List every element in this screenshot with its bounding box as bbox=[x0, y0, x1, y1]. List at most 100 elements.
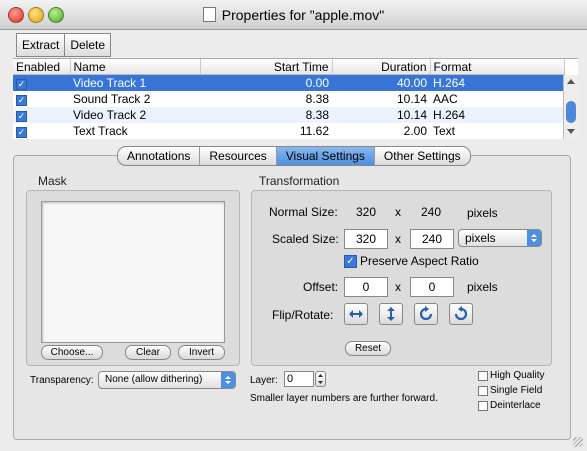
tab-resources[interactable]: Resources bbox=[199, 147, 275, 165]
normal-size-label: Normal Size: bbox=[269, 205, 338, 219]
enabled-checkbox[interactable]: ✓ bbox=[16, 95, 27, 106]
popup-arrows-icon bbox=[527, 230, 541, 246]
normal-times: x bbox=[395, 205, 401, 219]
reset-button[interactable]: Reset bbox=[345, 341, 391, 356]
layer-field[interactable]: 0 bbox=[284, 371, 314, 387]
preserve-aspect-checkbox[interactable]: ✓ bbox=[344, 255, 357, 268]
column-enabled[interactable]: Enabled bbox=[13, 59, 71, 75]
track-duration: 10.14 bbox=[396, 92, 427, 106]
scaled-width-field[interactable]: 320 bbox=[344, 229, 388, 249]
single-field-label: Single Field bbox=[490, 385, 543, 396]
document-icon bbox=[202, 7, 216, 22]
properties-window: Properties for "apple.mov" Extract Delet… bbox=[0, 0, 587, 451]
high-quality-label: High Quality bbox=[490, 370, 545, 381]
track-toolbar: Extract Delete bbox=[16, 33, 112, 57]
tracks-table: Enabled Name Start Time Duration Format … bbox=[13, 58, 578, 139]
table-row[interactable]: ✓ Video Track 1 0.00 40.00 H.264 bbox=[13, 74, 564, 91]
deinterlace-checkbox[interactable] bbox=[478, 401, 488, 411]
scroll-up-arrow-icon[interactable] bbox=[567, 79, 575, 84]
scaled-unit-popup[interactable]: pixels bbox=[458, 229, 542, 247]
enabled-checkbox[interactable]: ✓ bbox=[16, 79, 27, 90]
mask-group: Choose... Clear Invert bbox=[26, 190, 240, 366]
high-quality-checkbox[interactable] bbox=[478, 371, 488, 381]
track-format: H.264 bbox=[430, 74, 564, 91]
tab-visual-settings[interactable]: Visual Settings bbox=[275, 147, 374, 165]
preserve-aspect-label: Preserve Aspect Ratio bbox=[360, 254, 479, 268]
flip-horizontal-button[interactable] bbox=[344, 303, 368, 325]
track-name: Video Track 1 bbox=[70, 74, 200, 91]
track-duration: 40.00 bbox=[332, 74, 430, 91]
track-name: Sound Track 2 bbox=[73, 92, 151, 106]
column-name[interactable]: Name bbox=[70, 59, 201, 75]
track-duration: 2.00 bbox=[403, 124, 427, 138]
transformation-label: Transformation bbox=[259, 174, 340, 188]
flip-horizontal-icon bbox=[349, 310, 363, 318]
column-start-time[interactable]: Start Time bbox=[200, 59, 333, 75]
track-format: AAC bbox=[433, 92, 458, 106]
rotate-right-icon bbox=[419, 306, 433, 321]
offset-unit: pixels bbox=[467, 280, 498, 294]
column-format[interactable]: Format bbox=[430, 59, 565, 75]
enabled-checkbox[interactable]: ✓ bbox=[16, 127, 27, 138]
column-duration[interactable]: Duration bbox=[332, 59, 431, 75]
single-field-checkbox[interactable] bbox=[478, 386, 488, 396]
layer-stepper[interactable] bbox=[315, 371, 326, 387]
track-start-time: 0.00 bbox=[200, 74, 332, 91]
offset-x-field[interactable]: 0 bbox=[344, 277, 388, 297]
flip-vertical-button[interactable] bbox=[379, 303, 403, 325]
tab-annotations[interactable]: Annotations bbox=[118, 147, 199, 165]
rotate-right-button[interactable] bbox=[414, 303, 438, 325]
track-format: Text bbox=[433, 124, 456, 138]
mask-label: Mask bbox=[38, 174, 67, 188]
flip-rotate-label: Flip/Rotate: bbox=[272, 308, 334, 322]
transformation-group: Normal Size: 320 x 240 pixels Scaled Siz… bbox=[251, 190, 552, 366]
rotate-left-icon bbox=[454, 306, 468, 321]
normal-width: 320 bbox=[356, 205, 377, 219]
track-start-time: 11.62 bbox=[299, 124, 329, 138]
offset-times: x bbox=[395, 280, 401, 294]
tab-pane: Mask Choose... Clear Invert Transformati… bbox=[13, 155, 571, 440]
stepper-arrows-icon bbox=[318, 374, 323, 384]
extract-button[interactable]: Extract bbox=[17, 34, 64, 56]
offset-y-field[interactable]: 0 bbox=[410, 277, 454, 297]
scroll-thumb[interactable] bbox=[566, 101, 576, 123]
transparency-popup[interactable]: None (allow dithering) bbox=[98, 371, 236, 389]
layer-label: Layer: bbox=[250, 375, 278, 386]
delete-button[interactable]: Delete bbox=[64, 34, 110, 56]
tab-other-settings[interactable]: Other Settings bbox=[373, 147, 470, 165]
window-title: Properties for "apple.mov" bbox=[0, 7, 587, 23]
title-bar: Properties for "apple.mov" bbox=[0, 0, 587, 30]
deinterlace-label: Deinterlace bbox=[490, 400, 541, 411]
transparency-value: None (allow dithering) bbox=[105, 374, 203, 385]
table-row[interactable]: ✓ Video Track 2 8.38 10.14 H.264 bbox=[13, 107, 564, 123]
table-row[interactable]: ✓ Sound Track 2 8.38 10.14 AAC bbox=[13, 91, 564, 107]
scaled-times: x bbox=[395, 232, 401, 246]
track-format: H.264 bbox=[430, 107, 564, 123]
settings-tabs: Annotations Resources Visual Settings Ot… bbox=[117, 146, 471, 166]
table-row[interactable]: ✓ Text Track 11.62 2.00 Text bbox=[13, 123, 564, 139]
layer-hint: Smaller layer numbers are further forwar… bbox=[250, 393, 438, 404]
table-scrollbar[interactable] bbox=[563, 75, 578, 139]
resize-grip-icon[interactable] bbox=[573, 437, 583, 447]
normal-height: 240 bbox=[421, 205, 442, 219]
scaled-height-field[interactable]: 240 bbox=[410, 229, 454, 249]
choose-mask-button[interactable]: Choose... bbox=[41, 345, 103, 360]
scaled-unit-value: pixels bbox=[465, 231, 496, 245]
offset-label: Offset: bbox=[303, 280, 339, 294]
mask-image-well[interactable] bbox=[41, 201, 225, 343]
invert-mask-button[interactable]: Invert bbox=[178, 345, 225, 360]
track-start-time: 8.38 bbox=[305, 92, 329, 106]
scaled-size-label: Scaled Size: bbox=[272, 232, 339, 246]
popup-arrows-icon bbox=[221, 372, 235, 388]
track-name: Text Track bbox=[73, 124, 128, 138]
transparency-label: Transparency: bbox=[30, 375, 94, 386]
flip-vertical-icon bbox=[387, 307, 395, 321]
track-duration: 10.14 bbox=[332, 107, 430, 123]
rotate-left-button[interactable] bbox=[449, 303, 473, 325]
table-header: Enabled Name Start Time Duration Format bbox=[13, 59, 565, 75]
clear-mask-button[interactable]: Clear bbox=[125, 345, 171, 360]
track-name: Video Track 2 bbox=[70, 107, 200, 123]
normal-unit: pixels bbox=[467, 206, 498, 220]
scroll-down-arrow-icon[interactable] bbox=[567, 129, 575, 134]
enabled-checkbox[interactable]: ✓ bbox=[16, 111, 27, 122]
